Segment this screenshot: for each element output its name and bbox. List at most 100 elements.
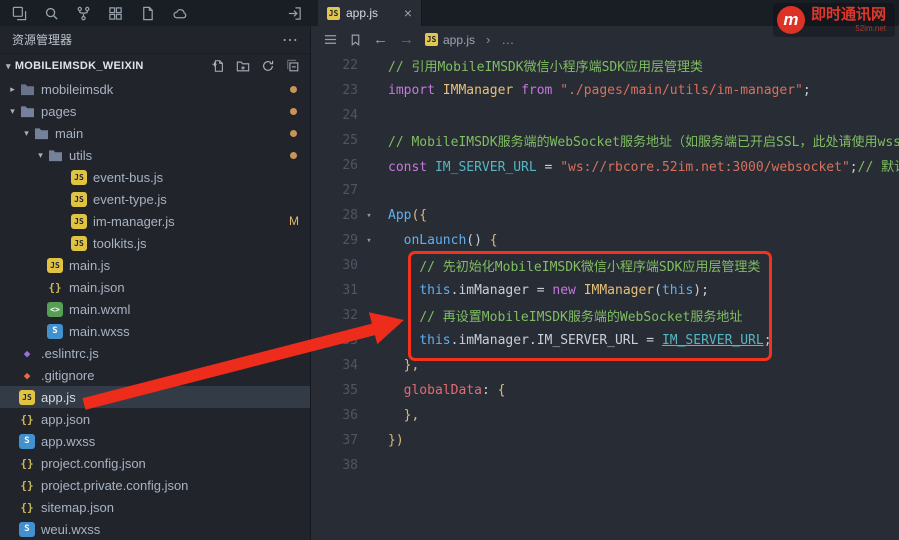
search-icon[interactable] [44,6,59,21]
code-line-32[interactable]: 32 // 再设置MobileIMSDK服务端的WebSocket服务地址 [312,303,899,328]
tree-item-label: pages [41,103,77,119]
code-line-24[interactable]: 24 [312,103,899,128]
line-number: 31 [342,283,358,298]
code-line-37[interactable]: 37}) [312,428,899,453]
wxss-file-icon: S [19,433,35,449]
git-fork-icon[interactable] [76,6,91,21]
tree-item-event-bus-js[interactable]: JS event-bus.js [0,166,310,188]
code-line-31[interactable]: 31 this.imManager = new IMManager(this); [312,278,899,303]
new-file-icon[interactable] [211,59,225,73]
fold-chevron-icon[interactable]: ▾ [358,211,380,221]
code-text: }) [388,433,404,448]
js-file-icon: JS [47,257,63,273]
chevron-down-icon[interactable]: ▾ [34,150,47,161]
tree-item-event-type-js[interactable]: JS event-type.js [0,188,310,210]
tree-item-main-json[interactable]: {} main.json [0,276,310,298]
folder-icon [19,82,35,97]
collapse-all-icon[interactable] [286,59,300,73]
tree-item-sitemap-json[interactable]: {} sitemap.json [0,496,310,518]
cloud-icon[interactable] [172,6,188,21]
tree-item-app-wxss[interactable]: Sapp.wxss [0,430,310,452]
workspace-section[interactable]: ▾ MOBILEIMSDK_WEIXIN [0,54,310,78]
chevron-down-icon[interactable]: ▾ [6,106,19,117]
tree-item-im-manager-js[interactable]: JS im-manager.js M [0,210,310,232]
tree-item-project-config-json[interactable]: {} project.config.json [0,452,310,474]
tree-item-label: event-bus.js [93,169,164,185]
code-line-38[interactable]: 38 [312,453,899,478]
code-line-26[interactable]: 26 const IM_SERVER_URL = "ws://rbcore.52i… [312,153,899,178]
tree-item-mobileimsdk[interactable]: ▸ mobileimsdk [0,78,310,100]
tree-item-label: event-type.js [93,191,167,207]
js-file-icon: JS [71,191,87,207]
tree-item-toolkits-js[interactable]: JS toolkits.js [0,232,310,254]
tree-item-app-js[interactable]: JS app.js [0,386,310,408]
watermark-title: 即时通讯网 [810,6,886,24]
explorer-header: 资源管理器 ⋯ [0,26,310,54]
line-number: 33 [342,333,358,348]
tree-item--eslintrc-js[interactable]: ◆ .eslintrc.js [0,342,310,364]
back-arrow-icon[interactable]: ← [373,31,388,48]
code-line-23[interactable]: 23 import IMManager from "./pages/main/ut… [312,78,899,103]
tree-item-main[interactable]: ▾ main [0,122,310,144]
folder-open-icon [47,148,63,163]
bookmark-icon[interactable] [349,33,362,47]
js-file-icon: JS [71,169,87,185]
git-modified-badge: M [289,214,299,228]
js-file-icon: JS [71,235,87,251]
code-line-29[interactable]: 29 ▾ onLaunch() { [312,228,899,253]
breadcrumb-ellipsis[interactable]: … [501,32,514,47]
code-line-28[interactable]: 28 ▾ App({ [312,203,899,228]
tree-item-label: app.wxss [41,433,96,449]
new-folder-icon[interactable] [236,59,250,73]
code-line-25[interactable]: 25 // MobileIMSDK服务端的WebSocket服务地址（如服务端已开… [312,128,899,153]
line-number: 27 [342,183,358,198]
explorer-icon[interactable] [12,6,27,21]
chevron-down-icon: ▾ [6,60,11,71]
modified-dot-icon [290,129,297,137]
tree-item-main-js[interactable]: JS main.js [0,254,310,276]
tree-item-app-json[interactable]: {} app.json [0,408,310,430]
line-number: 22 [342,58,358,73]
tree-item-label: mobileimsdk [41,81,114,97]
tree-item-utils[interactable]: ▾ utils [0,144,310,166]
more-actions-icon[interactable]: ⋯ [282,30,298,50]
tree-item-main-wxml[interactable]: <> main.wxml [0,298,310,320]
chevron-down-icon[interactable]: ▾ [20,128,33,139]
extensions-grid-icon[interactable] [108,6,123,21]
tab-label: app.js [346,6,379,20]
code-line-30[interactable]: 30 // 先初始化MobileIMSDK微信小程序端SDK应用层管理类 [312,253,899,278]
tree-item-project-private-config-json[interactable]: {} project.private.config.json [0,474,310,496]
close-icon[interactable]: × [404,5,412,21]
code-line-27[interactable]: 27 [312,178,899,203]
code-text: // 引用MobileIMSDK微信小程序端SDK应用层管理类 [388,60,704,75]
line-number: 26 [342,158,358,173]
code-line-34[interactable]: 34 }, [312,353,899,378]
watermark-logo-icon: m [776,6,805,34]
plugin-install-icon[interactable] [287,6,302,21]
code-line-22[interactable]: 22 // 引用MobileIMSDK微信小程序端SDK应用层管理类 [312,53,899,78]
fold-chevron-icon[interactable]: ▾ [358,236,380,246]
line-number: 29 [342,233,358,248]
code-line-33[interactable]: 33 this.imManager.IM_SERVER_URL = IM_SER… [312,328,899,353]
js-file-icon: JS [425,33,438,46]
tree-item-pages[interactable]: ▾ pages [0,100,310,122]
menu-icon[interactable] [323,33,338,46]
json-file-icon: {} [20,456,34,470]
tab-app-js[interactable]: JS app.js × [318,0,422,26]
chevron-right-icon[interactable]: ▸ [6,84,19,95]
document-icon[interactable] [140,6,155,21]
tree-item-main-wxss[interactable]: Smain.wxss [0,320,310,342]
forward-arrow-icon[interactable]: → [399,31,414,48]
code-text: const IM_SERVER_URL = "ws://rbcore.52im.… [388,160,899,175]
tree-item-weui-wxss[interactable]: Sweui.wxss [0,518,310,540]
code-text: this.imManager.IM_SERVER_URL = IM_SERVER… [419,333,772,348]
refresh-icon[interactable] [261,59,275,73]
tree-item--gitignore[interactable]: ◆ .gitignore [0,364,310,386]
modified-dot-icon [290,107,297,115]
code-line-36[interactable]: 36 }, [312,403,899,428]
titlebar-icons [0,0,318,26]
code-line-35[interactable]: 35 globalData: { [312,378,899,403]
breadcrumb-file[interactable]: JS app.js [425,33,475,47]
git-icon: ◆ [23,368,31,382]
eslint-icon: ◆ [23,346,31,360]
